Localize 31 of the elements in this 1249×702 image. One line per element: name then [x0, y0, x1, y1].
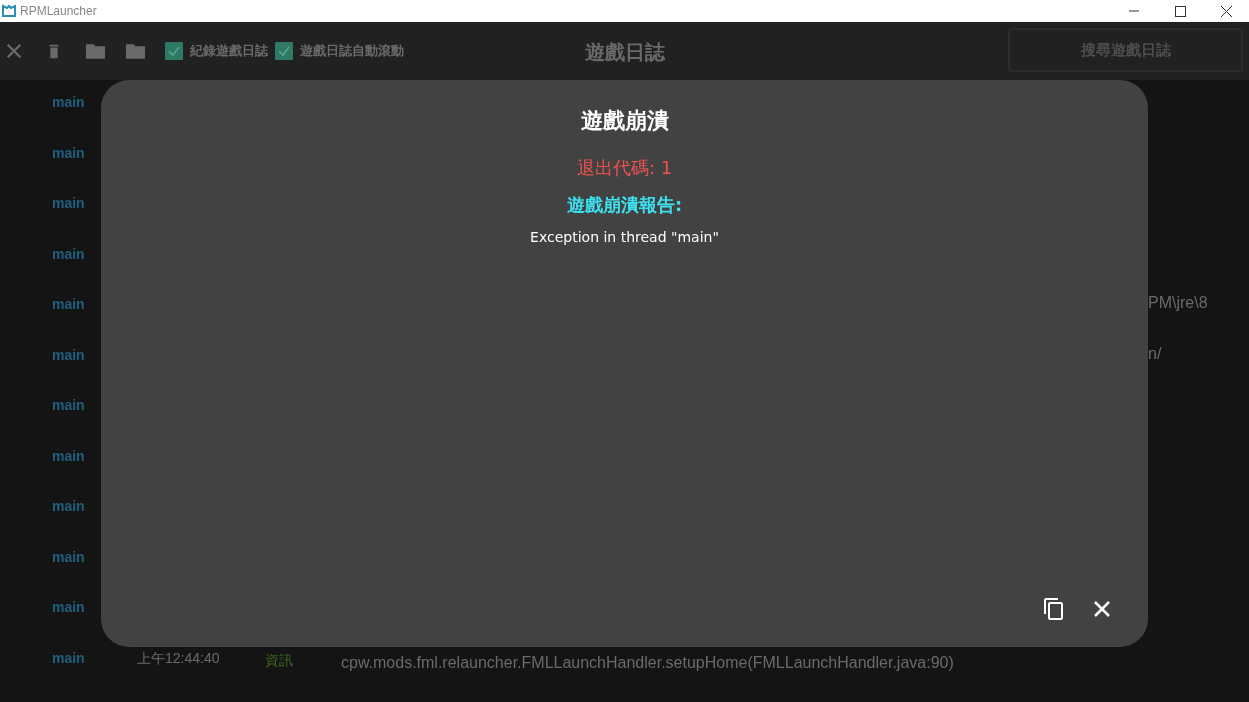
folder-icon[interactable] — [125, 42, 146, 60]
thread-name: main — [52, 195, 86, 211]
log-level: 資訊 — [265, 651, 294, 670]
thread-name: main — [52, 296, 86, 312]
thread-name: main — [52, 397, 86, 413]
exit-code-text: 退出代碼: 1 — [576, 156, 673, 180]
thread-name: main — [52, 94, 86, 110]
thread-name: main — [52, 447, 86, 464]
checkbox-label: 遊戲日誌自動滾動 — [300, 42, 404, 60]
thread-name: main — [52, 144, 86, 161]
window-title: RPMLauncher — [20, 4, 97, 18]
page-title: 遊戲日誌 — [584, 39, 667, 66]
log-message: PM\jre\8 — [1148, 294, 1208, 312]
thread-name: main — [52, 498, 86, 514]
dialog-title: 遊戲崩潰 — [580, 107, 669, 135]
report-text: Exception in thread "main" — [530, 229, 719, 245]
log-time: 上午12:44:40 — [137, 649, 221, 668]
report-label: 遊戲崩潰報告: — [566, 193, 683, 217]
copy-icon[interactable] — [1042, 597, 1066, 621]
thread-name: main — [52, 548, 86, 565]
thread-name: main — [52, 245, 86, 262]
app-logo-icon — [2, 4, 16, 18]
checkbox[interactable] — [275, 42, 293, 60]
thread-name: main — [52, 649, 86, 666]
folder-icon[interactable] — [85, 42, 106, 60]
checkbox-label: 紀錄遊戲日誌 — [190, 42, 268, 60]
thread-name: main — [52, 346, 86, 363]
log-message: cpw.mods.fml.relauncher.FMLLaunchHandler.setupHome(FMLLaunchHandler.java:90) — [341, 653, 954, 672]
log-message: n/ — [1148, 344, 1162, 363]
thread-name: main — [52, 599, 86, 615]
checkbox[interactable] — [165, 42, 183, 60]
